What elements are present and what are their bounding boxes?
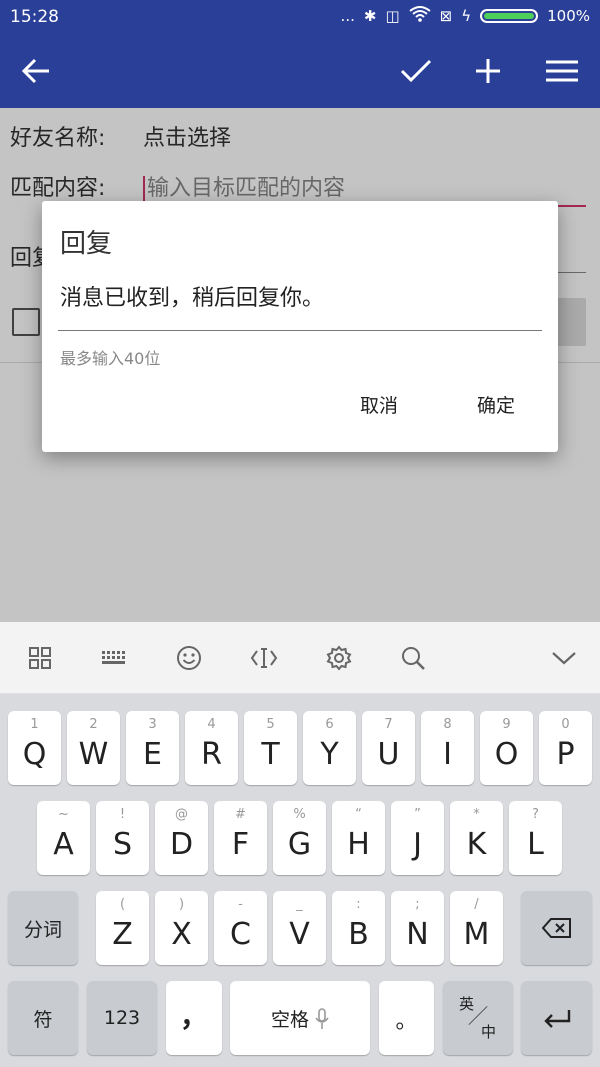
backspace-icon <box>541 918 571 938</box>
search-icon[interactable] <box>395 640 431 676</box>
key-s[interactable]: ! S <box>96 801 149 875</box>
cursor-move-icon[interactable] <box>246 640 282 676</box>
key-m[interactable]: / M <box>450 891 503 965</box>
status-bar: 15:28 ... ✱ ◫ ⊠ ϟ 100% <box>0 0 600 33</box>
settings-gear-icon[interactable] <box>321 640 357 676</box>
period-key[interactable]: 。 <box>379 981 434 1055</box>
segment-word-key[interactable]: 分词 <box>8 891 78 965</box>
key-j[interactable]: ” J <box>391 801 444 875</box>
keyboard: 1Q 2W 3E 4R 5T 6Y 7U 8I 9O 0P ~ A ! S @ D #… <box>0 694 600 1067</box>
vibrate-icon: ◫ <box>385 7 400 25</box>
language-switch-key[interactable]: 英 中 <box>443 981 513 1055</box>
key-q[interactable]: 1Q <box>8 711 61 785</box>
key-o[interactable]: 9O <box>480 711 533 785</box>
charging-icon: ϟ <box>461 7 472 25</box>
dialog-helper-text: 最多输入40位 <box>60 349 161 368</box>
battery-icon <box>480 9 539 23</box>
key-i[interactable]: 8I <box>421 711 474 785</box>
key-g[interactable]: % G <box>273 801 326 875</box>
bluetooth-icon: ✱ <box>363 7 377 25</box>
key-p[interactable]: 0P <box>539 711 592 785</box>
microphone-icon <box>315 1007 329 1029</box>
reply-input[interactable]: 消息已收到，稍后回复你。 <box>58 281 542 331</box>
cancel-button[interactable]: 取消 <box>360 391 398 418</box>
confirm-button[interactable] <box>386 33 446 108</box>
space-key[interactable]: 空格 <box>230 981 370 1055</box>
plus-icon <box>476 58 500 83</box>
grid-icon[interactable] <box>22 640 58 676</box>
key-x[interactable]: ) X <box>155 891 208 965</box>
key-r[interactable]: 4R <box>185 711 238 785</box>
key-t[interactable]: 5T <box>244 711 297 785</box>
emoji-icon[interactable] <box>171 640 207 676</box>
key-n[interactable]: ; N <box>391 891 444 965</box>
key-w[interactable]: 2W <box>67 711 120 785</box>
key-a[interactable]: ~ A <box>37 801 90 875</box>
key-z[interactable]: (Z <box>96 891 149 965</box>
enter-icon <box>543 1010 570 1028</box>
key-d[interactable]: @ D <box>155 801 208 875</box>
no-sim-icon: ⊠ <box>439 7 453 25</box>
chevron-down-icon[interactable] <box>546 640 582 676</box>
app-bar <box>0 33 600 108</box>
status-dots: ... <box>340 7 355 25</box>
reply-dialog: 回复 消息已收到，稍后回复你。 最多输入40位 取消 确定 <box>42 201 558 452</box>
enter-key[interactable] <box>521 981 592 1055</box>
key-c[interactable]: -C <box>214 891 267 965</box>
wifi-icon <box>409 6 431 26</box>
menu-icon <box>546 60 578 81</box>
key-f[interactable]: # F <box>214 801 267 875</box>
key-u[interactable]: 7U <box>362 711 415 785</box>
key-v[interactable]: _ V <box>273 891 326 965</box>
comma-key[interactable]: ， <box>166 981 222 1055</box>
backspace-key[interactable] <box>521 891 592 965</box>
key-h[interactable]: “H <box>332 801 385 875</box>
battery-percent: 100% <box>547 7 590 25</box>
key-l[interactable]: ? L <box>509 801 562 875</box>
back-button[interactable] <box>6 33 66 108</box>
symbols-key[interactable]: 符 <box>8 981 78 1055</box>
keyboard-toolbar <box>0 622 600 694</box>
add-button[interactable] <box>458 33 518 108</box>
key-k[interactable]: * K <box>450 801 503 875</box>
ok-button[interactable]: 确定 <box>477 391 515 418</box>
key-y[interactable]: 6Y <box>303 711 356 785</box>
key-b[interactable]: :B <box>332 891 385 965</box>
dialog-title: 回复 <box>60 229 113 259</box>
arrow-left-icon <box>21 58 49 83</box>
numbers-key[interactable]: 123 <box>87 981 157 1055</box>
keyboard-icon[interactable] <box>96 640 132 676</box>
key-e[interactable]: 3E <box>126 711 179 785</box>
space-label: 空格 <box>270 1009 309 1031</box>
status-time: 15:28 <box>10 7 59 27</box>
menu-button[interactable] <box>532 33 592 108</box>
check-icon <box>400 59 432 82</box>
